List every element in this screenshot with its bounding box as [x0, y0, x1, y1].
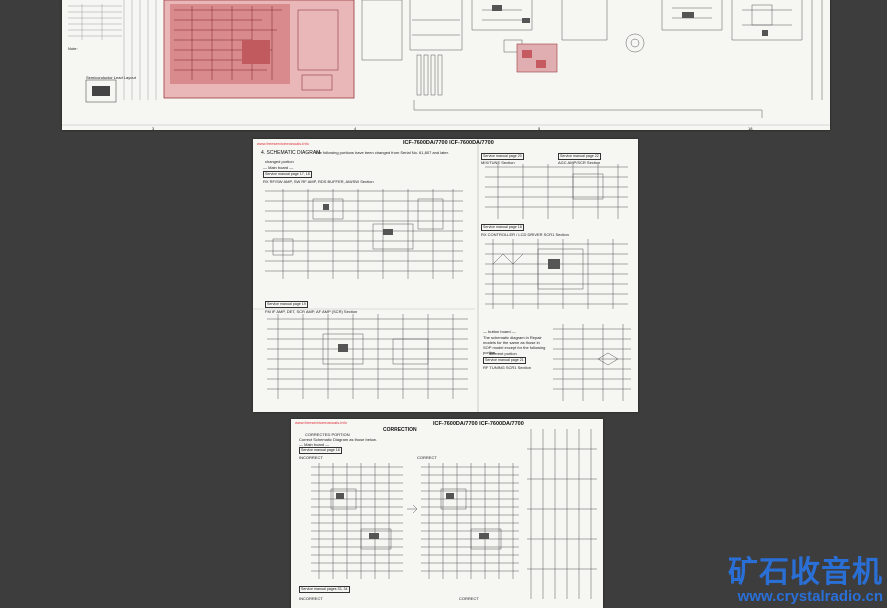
section-title: 4. SCHEMATIC DIAGRAM [261, 150, 321, 156]
service-manual-ref: Service manual page 22 [558, 153, 601, 160]
site-watermark: 矿石收音机 www.crystalradio.cn [728, 557, 883, 605]
intro-text: The following portions have been changed… [315, 150, 449, 155]
model-title: ICF-7600DA/7700 ICF-7600DA/7700 [403, 140, 494, 146]
incorrect-label: INCORRECT [299, 455, 323, 460]
correct-label: CORRECT [459, 596, 479, 601]
changed-portion-label: changed portion [265, 159, 294, 164]
service-manual-ref: Service manual page 19 [265, 301, 308, 308]
agc-label: AGC AMP/SCR Section [558, 160, 601, 165]
ic-layout-label: Semiconductor Lead Layout [86, 75, 136, 80]
source-url: www.freeservicemanuals.info [295, 420, 347, 425]
watermark-chinese-text: 矿石收音机 [728, 555, 883, 590]
schematic-page: www.freeservicemanuals.info ICF-7600DA/7… [253, 139, 638, 412]
footer-mark: 3 [152, 126, 155, 130]
button-board-label: — button board — [483, 329, 516, 334]
correct-label: CORRECT [417, 455, 437, 460]
footer-mark: 4 [354, 126, 357, 130]
correction-page: www.freeservicemanuals.info CORRECTION I… [291, 419, 603, 608]
pcb-layout-page: Note: Semiconductor Lead Layout 3 4 5 18 [62, 0, 830, 130]
incorrect-label: INCORRECT [299, 596, 323, 601]
source-url: www.freeservicemanuals.info [257, 141, 309, 146]
watermark-url: www.crystalradio.cn [737, 588, 883, 605]
fm-section-label: FM IF AMP, DET, SCR AMP, AF AMP (SCR) Se… [265, 309, 358, 314]
service-manual-ref: Service manual page 18 [299, 447, 342, 454]
service-manual-ref: Service manual page 21 [483, 357, 526, 364]
service-manual-ref: Service manual page 17, 18 [263, 171, 312, 178]
service-manual-ref: Service manual page 20 [481, 153, 524, 160]
service-manual-ref: Service manual page 18 [481, 224, 524, 231]
different-portion-label: different portion [489, 351, 517, 356]
syscon-label: RX CONTROLLER / LCD DRIVER SCR1 Section [481, 232, 569, 237]
mixtune-label: MIX/TUNE Section [481, 160, 515, 165]
main-board-label: — Main board — [263, 165, 294, 170]
correction-title: CORRECTION [383, 427, 417, 433]
service-manual-ref: Service manual pages 33, 34 [299, 586, 350, 593]
tuning-label: RF TUNING SCR1 Section [483, 365, 531, 370]
footer-mark: 5 [538, 126, 541, 130]
notes-title: Note: [68, 46, 78, 51]
pcb-drawing [62, 0, 830, 130]
rf-section-label: RX RF/SW AMP, SW RF AMP, RDS BUFFER, AM/… [263, 179, 374, 184]
footer-mark: 18 [748, 126, 753, 130]
model-title: ICF-7600DA/7700 ICF-7600DA/7700 [433, 421, 524, 427]
